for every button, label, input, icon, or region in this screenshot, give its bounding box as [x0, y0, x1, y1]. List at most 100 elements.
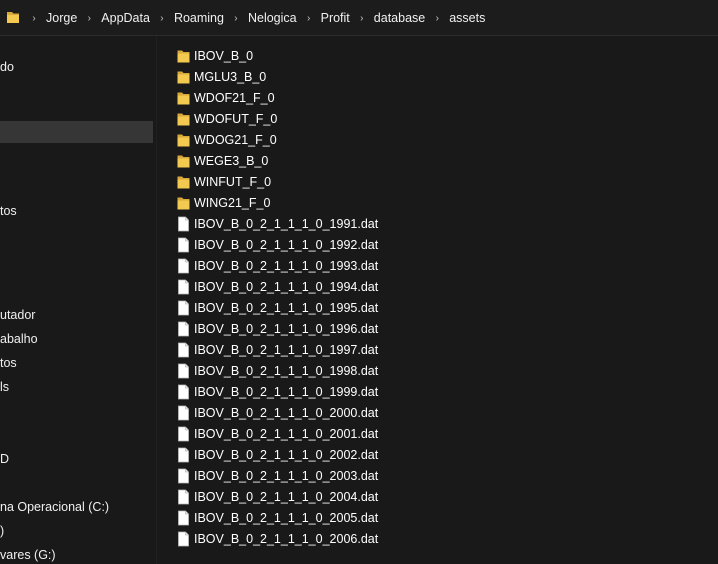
file-icon [177, 279, 190, 295]
folder-item[interactable]: WING21_F_0 [177, 192, 270, 213]
breadcrumb-separator-icon[interactable]: › [228, 13, 244, 24]
breadcrumb-item-database[interactable]: database [372, 11, 427, 25]
breadcrumb-item-nelogica[interactable]: Nelogica [246, 11, 299, 25]
file-icon [177, 321, 190, 337]
file-icon [177, 405, 190, 421]
folder-icon [6, 9, 20, 25]
item-name: IBOV_B_0_2_1_1_1_0_2005.dat [194, 510, 379, 525]
navigation-pane[interactable]: do tos utador abalho tos ls Dna Operacional (C… [0, 36, 156, 564]
item-name: IBOV_B_0_2_1_1_1_0_2000.dat [194, 405, 379, 420]
file-icon [177, 237, 190, 253]
item-name: IBOV_B_0 [194, 48, 254, 63]
file-item[interactable]: IBOV_B_0_2_1_1_1_0_1994.dat [177, 276, 378, 297]
item-name: MGLU3_B_0 [194, 69, 267, 84]
breadcrumb-separator-icon[interactable]: › [301, 13, 317, 24]
item-name: WINFUT_F_0 [194, 174, 272, 189]
nav-item[interactable]: vares (G:) [0, 544, 56, 564]
folder-icon [177, 132, 190, 148]
file-icon [177, 363, 190, 379]
file-icon [177, 489, 190, 505]
nav-item[interactable]: tos [0, 200, 17, 222]
file-icon [177, 258, 190, 274]
file-icon [177, 447, 190, 463]
file-item[interactable]: IBOV_B_0_2_1_1_1_0_2000.dat [177, 402, 378, 423]
file-item[interactable]: IBOV_B_0_2_1_1_1_0_1995.dat [177, 297, 378, 318]
folder-icon [177, 69, 190, 85]
item-name: WDOF21_F_0 [194, 90, 275, 105]
file-item[interactable]: IBOV_B_0_2_1_1_1_0_2001.dat [177, 423, 378, 444]
nav-item[interactable]: do [0, 56, 14, 78]
file-item[interactable]: IBOV_B_0_2_1_1_1_0_2006.dat [177, 528, 378, 549]
breadcrumb-item-profit[interactable]: Profit [319, 11, 352, 25]
breadcrumb: › Jorge › AppData › Roaming › Nelogica › Profit › d… [24, 0, 487, 36]
item-name: WDOG21_F_0 [194, 132, 277, 147]
item-name: IBOV_B_0_2_1_1_1_0_2003.dat [194, 468, 379, 483]
nav-selected-highlight[interactable] [0, 121, 153, 143]
nav-item[interactable]: ) [0, 520, 4, 542]
file-icon [177, 531, 190, 547]
item-name: IBOV_B_0_2_1_1_1_0_1993.dat [194, 258, 379, 273]
file-item[interactable]: IBOV_B_0_2_1_1_1_0_2003.dat [177, 465, 378, 486]
nav-item[interactable]: D [0, 448, 9, 470]
folder-item[interactable]: IBOV_B_0 [177, 45, 253, 66]
folder-item[interactable]: WDOFUT_F_0 [177, 108, 277, 129]
file-icon [177, 468, 190, 484]
file-item[interactable]: IBOV_B_0_2_1_1_1_0_1999.dat [177, 381, 378, 402]
file-item[interactable]: IBOV_B_0_2_1_1_1_0_1993.dat [177, 255, 378, 276]
folder-icon [177, 111, 190, 127]
folder-icon [177, 90, 190, 106]
nav-item[interactable]: abalho [0, 328, 38, 350]
file-list[interactable]: IBOV_B_0 MGLU3_B_0 WDOF21_F_0 WDOFUT_F_0 WDO… [157, 36, 718, 564]
item-name: IBOV_B_0_2_1_1_1_0_1992.dat [194, 237, 379, 252]
file-item[interactable]: IBOV_B_0_2_1_1_1_0_2004.dat [177, 486, 378, 507]
item-name: IBOV_B_0_2_1_1_1_0_1999.dat [194, 384, 379, 399]
folder-item[interactable]: WDOG21_F_0 [177, 129, 277, 150]
folder-item[interactable]: WDOF21_F_0 [177, 87, 275, 108]
breadcrumb-item-assets[interactable]: assets [447, 11, 487, 25]
item-name: IBOV_B_0_2_1_1_1_0_1995.dat [194, 300, 379, 315]
file-icon [177, 216, 190, 232]
breadcrumb-item-jorge[interactable]: Jorge [44, 11, 79, 25]
address-bar[interactable]: › Jorge › AppData › Roaming › Nelogica › Profit › d… [0, 0, 718, 36]
folder-icon [177, 48, 190, 64]
breadcrumb-separator-icon[interactable]: › [354, 13, 370, 24]
item-name: IBOV_B_0_2_1_1_1_0_1994.dat [194, 279, 379, 294]
file-icon [177, 426, 190, 442]
folder-icon [177, 153, 190, 169]
breadcrumb-separator-icon[interactable]: › [154, 13, 170, 24]
item-name: IBOV_B_0_2_1_1_1_0_1991.dat [194, 216, 379, 231]
breadcrumb-separator-icon[interactable]: › [26, 13, 42, 24]
breadcrumb-separator-icon[interactable]: › [429, 13, 445, 24]
file-explorer-window: › Jorge › AppData › Roaming › Nelogica › Profit › d… [0, 0, 718, 564]
file-item[interactable]: IBOV_B_0_2_1_1_1_0_1998.dat [177, 360, 378, 381]
file-item[interactable]: IBOV_B_0_2_1_1_1_0_1996.dat [177, 318, 378, 339]
file-icon [177, 300, 190, 316]
item-name: WDOFUT_F_0 [194, 111, 278, 126]
file-item[interactable]: IBOV_B_0_2_1_1_1_0_2002.dat [177, 444, 378, 465]
folder-icon [177, 195, 190, 211]
folder-item[interactable]: WINFUT_F_0 [177, 171, 271, 192]
file-item[interactable]: IBOV_B_0_2_1_1_1_0_1992.dat [177, 234, 378, 255]
item-name: IBOV_B_0_2_1_1_1_0_1996.dat [194, 321, 379, 336]
breadcrumb-item-appdata[interactable]: AppData [99, 11, 152, 25]
nav-item[interactable]: ls [0, 376, 9, 398]
item-name: WEGE3_B_0 [194, 153, 269, 168]
item-name: IBOV_B_0_2_1_1_1_0_2001.dat [194, 426, 379, 441]
file-item[interactable]: IBOV_B_0_2_1_1_1_0_2005.dat [177, 507, 378, 528]
folder-item[interactable]: MGLU3_B_0 [177, 66, 266, 87]
breadcrumb-separator-icon[interactable]: › [81, 13, 97, 24]
item-name: IBOV_B_0_2_1_1_1_0_2006.dat [194, 531, 379, 546]
file-item[interactable]: IBOV_B_0_2_1_1_1_0_1997.dat [177, 339, 378, 360]
item-name: IBOV_B_0_2_1_1_1_0_2002.dat [194, 447, 379, 462]
file-icon [177, 384, 190, 400]
folder-item[interactable]: WEGE3_B_0 [177, 150, 268, 171]
item-name: IBOV_B_0_2_1_1_1_0_1998.dat [194, 363, 379, 378]
file-icon [177, 342, 190, 358]
breadcrumb-item-roaming[interactable]: Roaming [172, 11, 226, 25]
file-item[interactable]: IBOV_B_0_2_1_1_1_0_1991.dat [177, 213, 378, 234]
nav-item[interactable]: tos [0, 352, 17, 374]
nav-item[interactable]: na Operacional (C:) [0, 496, 109, 518]
item-name: WING21_F_0 [194, 195, 271, 210]
nav-item[interactable]: utador [0, 304, 35, 326]
file-icon [177, 510, 190, 526]
